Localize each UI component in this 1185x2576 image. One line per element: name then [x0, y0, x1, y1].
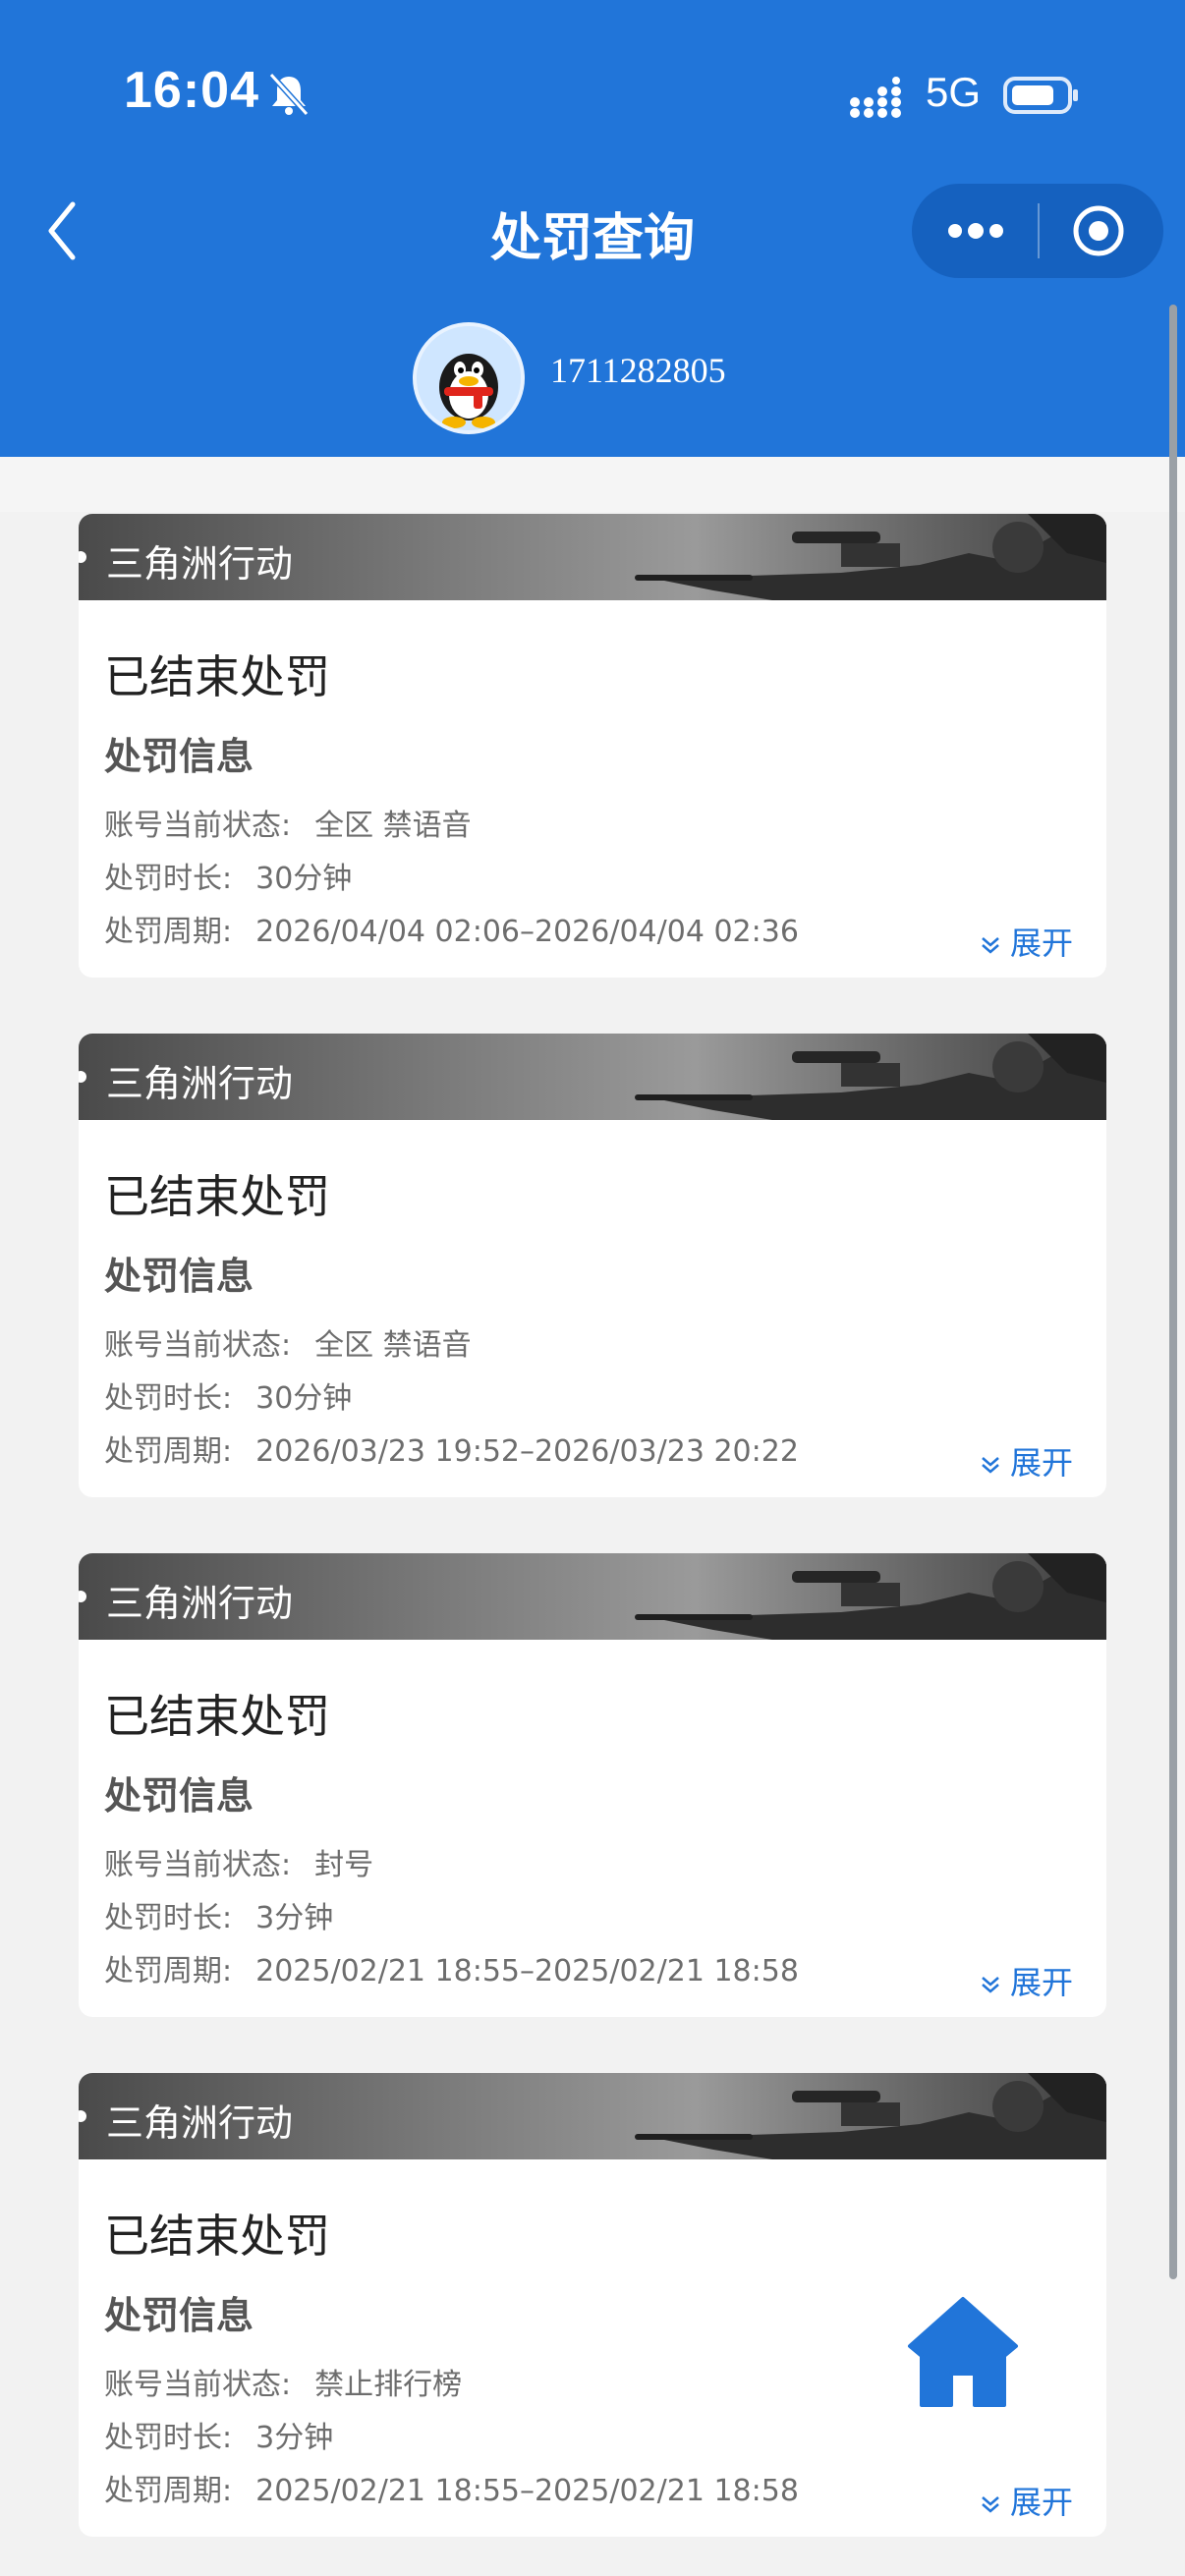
period-label: 处罚周期: [104, 2474, 233, 2508]
game-banner: 三角洲行动 [79, 1553, 1106, 1640]
game-name: 三角洲行动 [106, 1582, 294, 1625]
scrollbar[interactable] [1169, 305, 1177, 2279]
user-qq-number: 1711282805 [550, 351, 726, 390]
mini-program-capsule [912, 184, 1163, 278]
duration-label: 处罚时长: [104, 2421, 233, 2455]
duration-value: 30分钟 [255, 1381, 353, 1416]
banner-dot [79, 2110, 86, 2122]
period-label: 处罚周期: [104, 1954, 233, 1988]
bell-muted-icon [268, 72, 310, 117]
duration-label: 处罚时长: [104, 1381, 233, 1416]
avatar [413, 322, 525, 434]
account-state-row: 账号当前状态: 全区 禁语音 [104, 1320, 472, 1364]
account-state-row: 账号当前状态: 全区 禁语音 [104, 801, 472, 844]
account-state-label: 账号当前状态: [104, 2368, 292, 2402]
chevron-double-down-icon [982, 2496, 999, 2513]
expand-label: 展开 [1009, 2484, 1073, 2521]
period-row: 处罚周期: 2026/04/04 02:06–2026/04/04 02:36 [104, 907, 799, 950]
signal-icon [850, 77, 901, 118]
duration-label: 处罚时长: [104, 1901, 233, 1935]
soldier-rifle-artwork [635, 1034, 1106, 1120]
period-row: 处罚周期: 2025/02/21 18:55–2025/02/21 18:58 [104, 1946, 799, 1989]
status-time: 16:04 [124, 62, 259, 119]
period-value: 2026/04/04 02:06–2026/04/04 02:36 [255, 915, 799, 949]
account-state-value: 全区 禁语音 [314, 809, 472, 843]
expand-button[interactable]: 展开 [979, 919, 1073, 964]
duration-value: 30分钟 [255, 862, 353, 896]
section-heading: 处罚信息 [104, 1774, 254, 1818]
more-dots-icon[interactable] [945, 211, 1006, 251]
punishment-status: 已结束处罚 [104, 1170, 330, 1223]
punishment-status: 已结束处罚 [104, 2210, 330, 2263]
section-heading: 处罚信息 [104, 1255, 254, 1298]
expand-label: 展开 [1009, 1964, 1073, 2001]
punishment-record-card: 三角洲行动 已结束处罚 处罚信息 账号当前状态: 全区 禁语音 处罚时长: 30分钟… [79, 514, 1106, 978]
punishment-status: 已结束处罚 [104, 650, 330, 703]
duration-row: 处罚时长: 3分钟 [104, 1893, 333, 1936]
expand-button[interactable]: 展开 [979, 1958, 1073, 2003]
banner-dot [79, 1071, 86, 1083]
period-value: 2025/02/21 18:55–2025/02/21 18:58 [255, 1954, 799, 1988]
punishment-record-card: 三角洲行动 已结束处罚 处罚信息 账号当前状态: 全区 禁语音 处罚时长: 30分钟… [79, 1034, 1106, 1497]
game-name: 三角洲行动 [106, 2101, 294, 2145]
account-state-row: 账号当前状态: 禁止排行榜 [104, 2360, 462, 2403]
game-banner: 三角洲行动 [79, 2073, 1106, 2159]
game-name: 三角洲行动 [106, 542, 294, 586]
soldier-rifle-artwork [635, 514, 1106, 600]
account-state-value: 全区 禁语音 [314, 1328, 472, 1363]
duration-label: 处罚时长: [104, 862, 233, 896]
network-type: 5G [926, 69, 982, 115]
duration-row: 处罚时长: 30分钟 [104, 1373, 352, 1417]
duration-value: 3分钟 [255, 1901, 334, 1935]
account-state-label: 账号当前状态: [104, 809, 292, 843]
close-target-icon[interactable] [1071, 203, 1126, 258]
soldier-rifle-artwork [635, 2073, 1106, 2159]
soldier-rifle-artwork [635, 1553, 1106, 1640]
header-sub-bar [0, 457, 1185, 512]
punishment-record-card: 三角洲行动 已结束处罚 处罚信息 账号当前状态: 封号 处罚时长: 3分钟 处罚周期… [79, 1553, 1106, 2017]
period-value: 2026/03/23 19:52–2026/03/23 20:22 [255, 1434, 799, 1469]
battery-icon [1003, 77, 1078, 114]
expand-label: 展开 [1009, 1444, 1073, 1482]
period-row: 处罚周期: 2026/03/23 19:52–2026/03/23 20:22 [104, 1427, 799, 1470]
account-state-value: 禁止排行榜 [314, 2368, 463, 2402]
qq-penguin-avatar [417, 326, 521, 430]
section-heading: 处罚信息 [104, 735, 254, 778]
expand-button[interactable]: 展开 [979, 2478, 1073, 2523]
duration-value: 3分钟 [255, 2421, 334, 2455]
account-state-value: 封号 [314, 1848, 374, 1882]
duration-row: 处罚时长: 3分钟 [104, 2413, 333, 2456]
banner-dot [79, 1591, 86, 1602]
game-name: 三角洲行动 [106, 1062, 294, 1105]
capsule-divider [1038, 203, 1040, 258]
period-label: 处罚周期: [104, 1434, 233, 1469]
expand-button[interactable]: 展开 [979, 1438, 1073, 1484]
period-label: 处罚周期: [104, 915, 233, 949]
banner-dot [79, 551, 86, 563]
chevron-double-down-icon [982, 1457, 999, 1474]
account-state-label: 账号当前状态: [104, 1848, 292, 1882]
app-header: 16:04 5G 处罚查询 1711282805 [0, 0, 1185, 457]
chevron-double-down-icon [982, 937, 999, 954]
expand-label: 展开 [1009, 924, 1073, 962]
game-banner: 三角洲行动 [79, 1034, 1106, 1120]
game-banner: 三角洲行动 [79, 514, 1106, 600]
duration-row: 处罚时长: 30分钟 [104, 854, 352, 897]
account-state-label: 账号当前状态: [104, 1328, 292, 1363]
period-value: 2025/02/21 18:55–2025/02/21 18:58 [255, 2474, 799, 2508]
chevron-double-down-icon [982, 1977, 999, 1993]
punishment-status: 已结束处罚 [104, 1690, 330, 1743]
period-row: 处罚周期: 2025/02/21 18:55–2025/02/21 18:58 [104, 2466, 799, 2509]
home-icon[interactable] [906, 2295, 1020, 2411]
account-state-row: 账号当前状态: 封号 [104, 1840, 373, 1883]
section-heading: 处罚信息 [104, 2294, 254, 2337]
